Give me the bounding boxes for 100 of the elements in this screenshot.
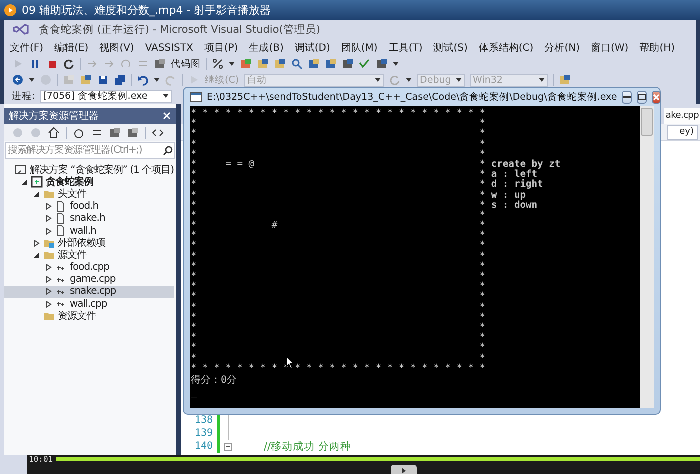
caret-icon[interactable]: [29, 77, 35, 83]
collapsed-arrow-icon[interactable]: [46, 215, 52, 222]
board-border: *: [191, 210, 197, 221]
tree-item-label: game.cpp: [70, 274, 116, 286]
caret-icon[interactable]: [539, 77, 546, 83]
menu-item[interactable]: VASSISTX: [145, 42, 194, 54]
expanded-arrow-icon[interactable]: [22, 178, 28, 186]
caret-icon[interactable]: [375, 77, 382, 83]
toolbar-icon[interactable]: [559, 74, 572, 86]
tree-item[interactable]: snake.cpp: [4, 286, 174, 298]
caret-icon[interactable]: [456, 77, 462, 83]
menu-item[interactable]: 测试(S): [434, 41, 468, 55]
caret-icon[interactable]: [393, 61, 399, 67]
toolbar-icon[interactable]: [274, 58, 286, 70]
board-border: *: [480, 119, 486, 130]
tree-item[interactable]: 贪食蛇案例: [4, 176, 174, 188]
process-dropdown[interactable]: [7056] 贪食蛇案例.exe: [40, 90, 172, 102]
menu-item[interactable]: 项目(P): [204, 41, 238, 55]
menu-item[interactable]: 视图(V): [100, 41, 134, 55]
collapsed-arrow-icon[interactable]: [46, 288, 52, 296]
caret-icon[interactable]: [154, 77, 160, 83]
collapsed-arrow-icon[interactable]: [46, 276, 52, 284]
stop-icon[interactable]: [46, 58, 58, 70]
board-border: *: [480, 272, 486, 282]
play-button[interactable]: [390, 465, 416, 474]
close-button[interactable]: [652, 90, 662, 104]
open-folder-icon[interactable]: [80, 74, 92, 86]
caret-icon[interactable]: [163, 93, 170, 99]
playback-time: 10:01: [29, 454, 54, 464]
collapse-icon[interactable]: [224, 442, 232, 450]
scrollbar[interactable]: [640, 106, 654, 408]
restart-icon[interactable]: [63, 58, 75, 70]
tree-item-label: wall.h: [70, 226, 96, 237]
process-label: 进程:: [12, 90, 36, 102]
collapse-icon[interactable]: [109, 126, 121, 138]
tree-item-label: 外部依赖项: [58, 236, 106, 250]
search-icon[interactable]: [163, 146, 173, 156]
toolbar-icon[interactable]: [257, 58, 269, 70]
folder-icon: [43, 237, 55, 250]
code-map-button[interactable]: 代码图: [171, 58, 201, 70]
collapsed-arrow-icon[interactable]: [46, 203, 52, 210]
menu-item[interactable]: 帮助(H): [640, 41, 676, 55]
board-border: *: [191, 282, 197, 292]
board-border: *: [191, 150, 197, 160]
toolbar-icon[interactable]: [342, 58, 354, 70]
solution-icon: [14, 164, 27, 176]
save-icon[interactable]: [97, 74, 109, 86]
undo-icon[interactable]: [137, 74, 149, 86]
tree-item[interactable]: 头文件: [4, 188, 174, 201]
caret-icon[interactable]: [229, 61, 235, 67]
tree-item[interactable]: game.cpp: [4, 274, 174, 286]
tree-item[interactable]: 源文件: [4, 249, 174, 262]
board-border: *: [191, 312, 197, 323]
minimize-button[interactable]: [622, 90, 632, 104]
tree-item[interactable]: 外部依赖项: [4, 237, 174, 250]
tree-item[interactable]: food.h: [4, 200, 174, 213]
board-border: *: [480, 322, 486, 333]
pause-icon[interactable]: [29, 58, 41, 70]
back-icon[interactable]: [12, 74, 24, 86]
board-border: *: [480, 170, 486, 180]
spell-check-icon[interactable]: [359, 58, 371, 70]
tree-item[interactable]: 解决方案 “贪食蛇案例” (1 个项目): [4, 164, 174, 176]
menu-item[interactable]: 工具(T): [388, 41, 423, 55]
member-dropdown[interactable]: ey): [667, 124, 698, 140]
code-map-icon[interactable]: [154, 58, 166, 70]
save-all-icon[interactable]: [114, 74, 126, 86]
menu-item[interactable]: 生成(B): [249, 41, 284, 55]
close-icon[interactable]: [163, 112, 171, 120]
tree-item[interactable]: wall.cpp: [4, 298, 174, 310]
menu-item[interactable]: 分析(N): [544, 41, 580, 55]
collapsed-arrow-icon[interactable]: [46, 300, 52, 308]
console-note: a : left: [491, 170, 538, 180]
menu-item[interactable]: 窗口(W): [590, 41, 629, 55]
home-icon[interactable]: [48, 126, 60, 138]
expanded-arrow-icon[interactable]: [34, 190, 40, 198]
board-border: *: [191, 241, 197, 252]
toolbar-icon[interactable]: [308, 58, 320, 70]
collapsed-arrow-icon[interactable]: [46, 228, 52, 235]
properties-icon[interactable]: [127, 126, 139, 138]
expanded-arrow-icon[interactable]: [34, 252, 40, 259]
tree-item[interactable]: wall.h: [4, 224, 174, 238]
collapsed-arrow-icon[interactable]: [46, 264, 52, 272]
code-icon[interactable]: [152, 126, 164, 138]
caret-icon[interactable]: [406, 77, 412, 83]
tree-item[interactable]: 资源文件: [4, 310, 174, 322]
score-text: 得分：0分: [191, 374, 238, 387]
tree-item[interactable]: food.cpp: [4, 262, 174, 274]
menu-item[interactable]: 调试(D): [294, 41, 330, 55]
menu-item[interactable]: 编辑(E): [54, 41, 89, 55]
toolbar-icon[interactable]: [325, 58, 337, 70]
tree-item[interactable]: snake.h: [4, 212, 174, 225]
toolbar-icon[interactable]: [240, 58, 252, 70]
collapsed-arrow-icon[interactable]: [34, 240, 40, 247]
editor-tab[interactable]: ake.cpp: [664, 108, 700, 124]
toolbar-icon[interactable]: [376, 58, 388, 70]
menu-item[interactable]: 团队(M): [341, 41, 378, 55]
menu-item[interactable]: 文件(F): [10, 41, 44, 55]
maximize-button[interactable]: [637, 90, 648, 104]
percent-icon[interactable]: [212, 58, 224, 70]
menu-item[interactable]: 体系结构(C): [478, 41, 534, 55]
